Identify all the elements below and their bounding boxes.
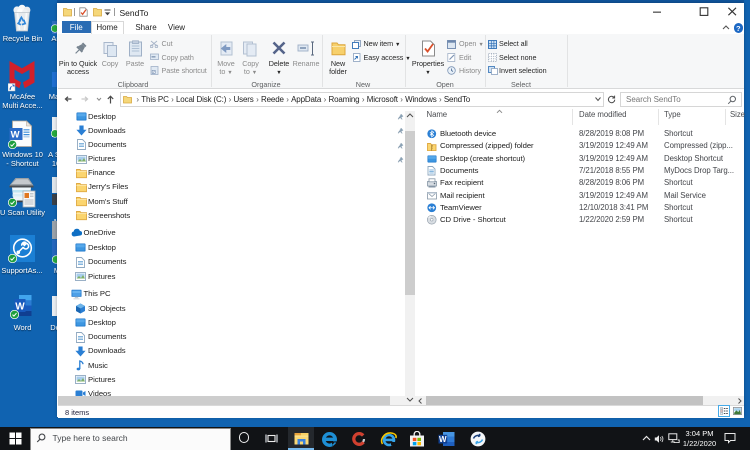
svg-text:W: W bbox=[439, 435, 447, 444]
